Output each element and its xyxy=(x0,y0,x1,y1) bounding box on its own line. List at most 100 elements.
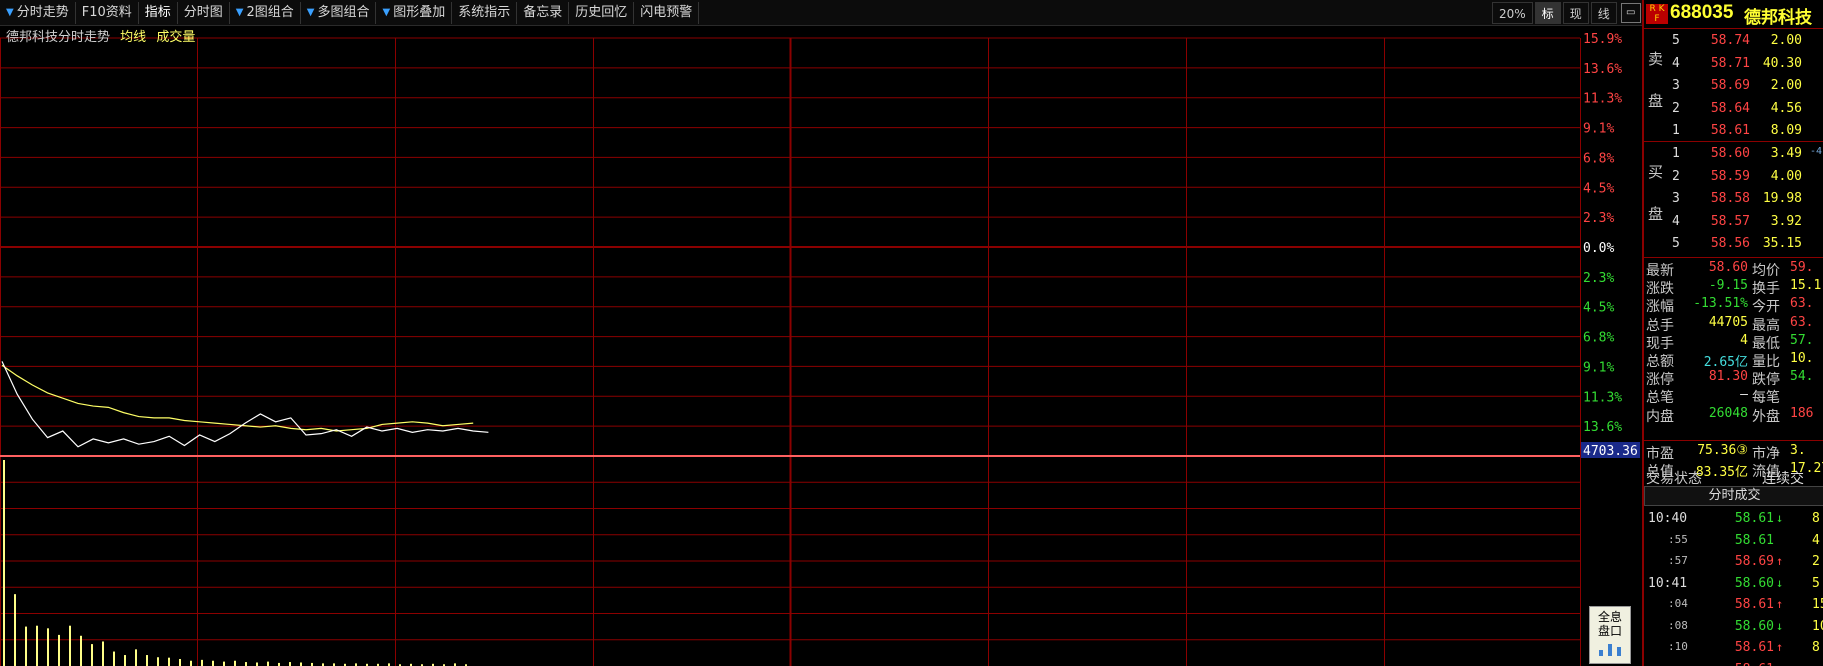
trade-state-value: 连续交 xyxy=(1762,471,1804,487)
rzrq-badge: R K F xyxy=(1646,4,1668,24)
buy-level-row[interactable]: 4 58.57 3.92 xyxy=(1672,211,1823,232)
buy-level: 4 xyxy=(1672,213,1680,229)
axis-label-down: 9.1% xyxy=(1583,360,1614,375)
chart-title: 德邦科技分时走势 均线 成交量 xyxy=(6,26,195,45)
buy-price: 58.59 xyxy=(1710,168,1750,184)
stat-v2: 3. xyxy=(1790,443,1806,458)
sell-vol: 40.30 xyxy=(1762,55,1802,71)
sell-level-row[interactable]: 2 58.64 4.56 xyxy=(1672,98,1823,119)
sell-price: 58.69 xyxy=(1710,78,1750,94)
axis-label-up: 6.8% xyxy=(1583,151,1614,166)
sell-vol: 2.00 xyxy=(1770,33,1802,48)
volume-bar xyxy=(289,662,291,666)
sell-orderbook: 卖 盘 5 58.74 2.00 4 58.71 40.30 3 58.69 2.00 2 58.6… xyxy=(1644,28,1823,144)
buy-orderbook: 买 盘 1 58.60 3.49 -4 2 58.59 4.00 3 58.58 19.98 4 58… xyxy=(1644,141,1823,257)
buy-price: 58.60 xyxy=(1710,146,1750,161)
tick-row[interactable]: 10:40 58.61 ↓ 8 xyxy=(1644,508,1823,530)
tick-price: 58.61 xyxy=(1734,640,1774,655)
tick-arrow: ↑ xyxy=(1776,640,1784,654)
tick-vol: 8 xyxy=(1812,511,1820,526)
sell-vol: 2.00 xyxy=(1770,78,1802,94)
buy-level-row[interactable]: 1 58.60 3.49 -4 xyxy=(1672,143,1823,164)
buy-level-row[interactable]: 5 58.56 35.15 xyxy=(1672,233,1823,254)
stat-v2: 15.1 xyxy=(1790,278,1822,294)
intraday-chart[interactable]: 15.9% 13.6% 11.3% 9.1% 6.8% 4.5% 2.3% 0.0% 2.3% 4… xyxy=(0,0,1642,666)
volume-bar xyxy=(102,641,104,666)
sell-price: 58.74 xyxy=(1710,33,1750,48)
stat-v1: 81.30 xyxy=(1708,369,1748,385)
volume-bar xyxy=(223,661,225,666)
tick-price: 58.60 xyxy=(1734,618,1774,634)
buy-vol: 19.98 xyxy=(1762,191,1802,207)
volume-bar xyxy=(47,628,49,666)
volume-bar xyxy=(300,662,302,666)
stat-l2: 外盘 xyxy=(1752,408,1780,425)
stat-v1: 4 xyxy=(1740,332,1748,348)
avg-price-line xyxy=(1,364,474,432)
volume-bar xyxy=(14,594,16,666)
buy-level-row[interactable]: 2 58.59 4.00 xyxy=(1672,166,1823,187)
sell-vol: 8.09 xyxy=(1770,123,1802,139)
chart-title-text: 德邦科技分时走势 xyxy=(6,30,111,45)
axis-label-up: 15.9% xyxy=(1583,32,1622,47)
volume-bar xyxy=(113,651,115,666)
ticks-header[interactable]: 分时成交 xyxy=(1644,486,1823,506)
volume-bar xyxy=(157,657,159,666)
tick-arrow: ↑ xyxy=(1776,597,1784,611)
sell-level-row[interactable]: 1 58.61 8.09 xyxy=(1672,120,1823,141)
stat-v1: 75.36③ xyxy=(1697,443,1748,458)
stat-v2: 63. xyxy=(1790,296,1814,312)
axis-label-up: 2.3% xyxy=(1583,211,1614,226)
tick-time: :57 xyxy=(1668,554,1688,567)
axis-label-down: 11.3% xyxy=(1583,390,1622,405)
avg-line-label[interactable]: 均线 xyxy=(120,30,146,45)
stat-l1: 内盘 xyxy=(1646,408,1674,425)
tick-vol: 5 xyxy=(1812,575,1820,591)
volume-bar xyxy=(256,662,258,666)
volume-bar xyxy=(245,662,247,666)
volume-bar xyxy=(3,460,5,666)
stat-v2: 63. xyxy=(1790,314,1814,330)
volume-bar xyxy=(146,655,148,666)
stat-v1: 26048 xyxy=(1708,405,1748,421)
tick-row[interactable]: 58.61 xyxy=(1644,659,1823,666)
volume-bar xyxy=(69,625,71,666)
tick-arrow: ↓ xyxy=(1776,575,1784,590)
buy-level: 5 xyxy=(1672,236,1680,252)
trade-state-label: 交易状态 xyxy=(1646,471,1702,487)
sell-level-row[interactable]: 4 58.71 40.30 xyxy=(1672,53,1823,74)
tick-vol: 8 xyxy=(1812,640,1820,655)
trade-state-row: 交易状态 连续交 xyxy=(1644,466,1823,487)
full-button-line1: 全息 xyxy=(1597,610,1622,624)
tick-row[interactable]: :55 58.61 4 xyxy=(1644,530,1823,552)
volume-bar xyxy=(25,626,27,666)
sell-vol: 4.56 xyxy=(1770,100,1802,116)
volume-bar xyxy=(91,644,93,666)
buy-level-row[interactable]: 3 58.58 19.98 xyxy=(1672,188,1823,209)
sell-level-row[interactable]: 5 58.74 2.00 xyxy=(1672,30,1823,51)
tick-row[interactable]: :04 58.61↑ 15 xyxy=(1644,594,1823,616)
tick-row[interactable]: :10 58.61 ↑ 8 xyxy=(1644,637,1823,659)
sell-side-label: 卖 xyxy=(1648,50,1664,68)
sell-level: 1 xyxy=(1672,123,1680,139)
stat-v1: – xyxy=(1740,387,1748,403)
sell-level-row[interactable]: 3 58.69 2.00 xyxy=(1672,75,1823,96)
sell-price: 58.64 xyxy=(1710,100,1750,116)
volume-bar xyxy=(212,660,214,666)
tick-time: 10:40 xyxy=(1648,511,1688,526)
sell-level: 3 xyxy=(1672,78,1680,94)
full-orderbook-button[interactable]: 全息 盘口 xyxy=(1589,606,1631,664)
buy-vol: 3.92 xyxy=(1770,213,1802,229)
sell-level: 2 xyxy=(1672,100,1680,116)
volume-bar xyxy=(234,660,236,666)
tick-vol: 10 xyxy=(1812,618,1823,634)
axis-label-up: 4.5% xyxy=(1583,181,1614,196)
tick-row[interactable]: :57 58.69 ↑ 2 xyxy=(1644,551,1823,573)
stat-v1: 44705 xyxy=(1708,314,1748,330)
tick-row[interactable]: :08 58.60↓ 10 xyxy=(1644,616,1823,638)
volume-label[interactable]: 成交量 xyxy=(156,30,195,45)
volume-bar xyxy=(124,655,126,666)
price-line xyxy=(1,361,489,448)
stat-v2: 59. xyxy=(1790,260,1814,275)
tick-row[interactable]: 10:41 58.60 ↓ 5 xyxy=(1644,573,1823,595)
